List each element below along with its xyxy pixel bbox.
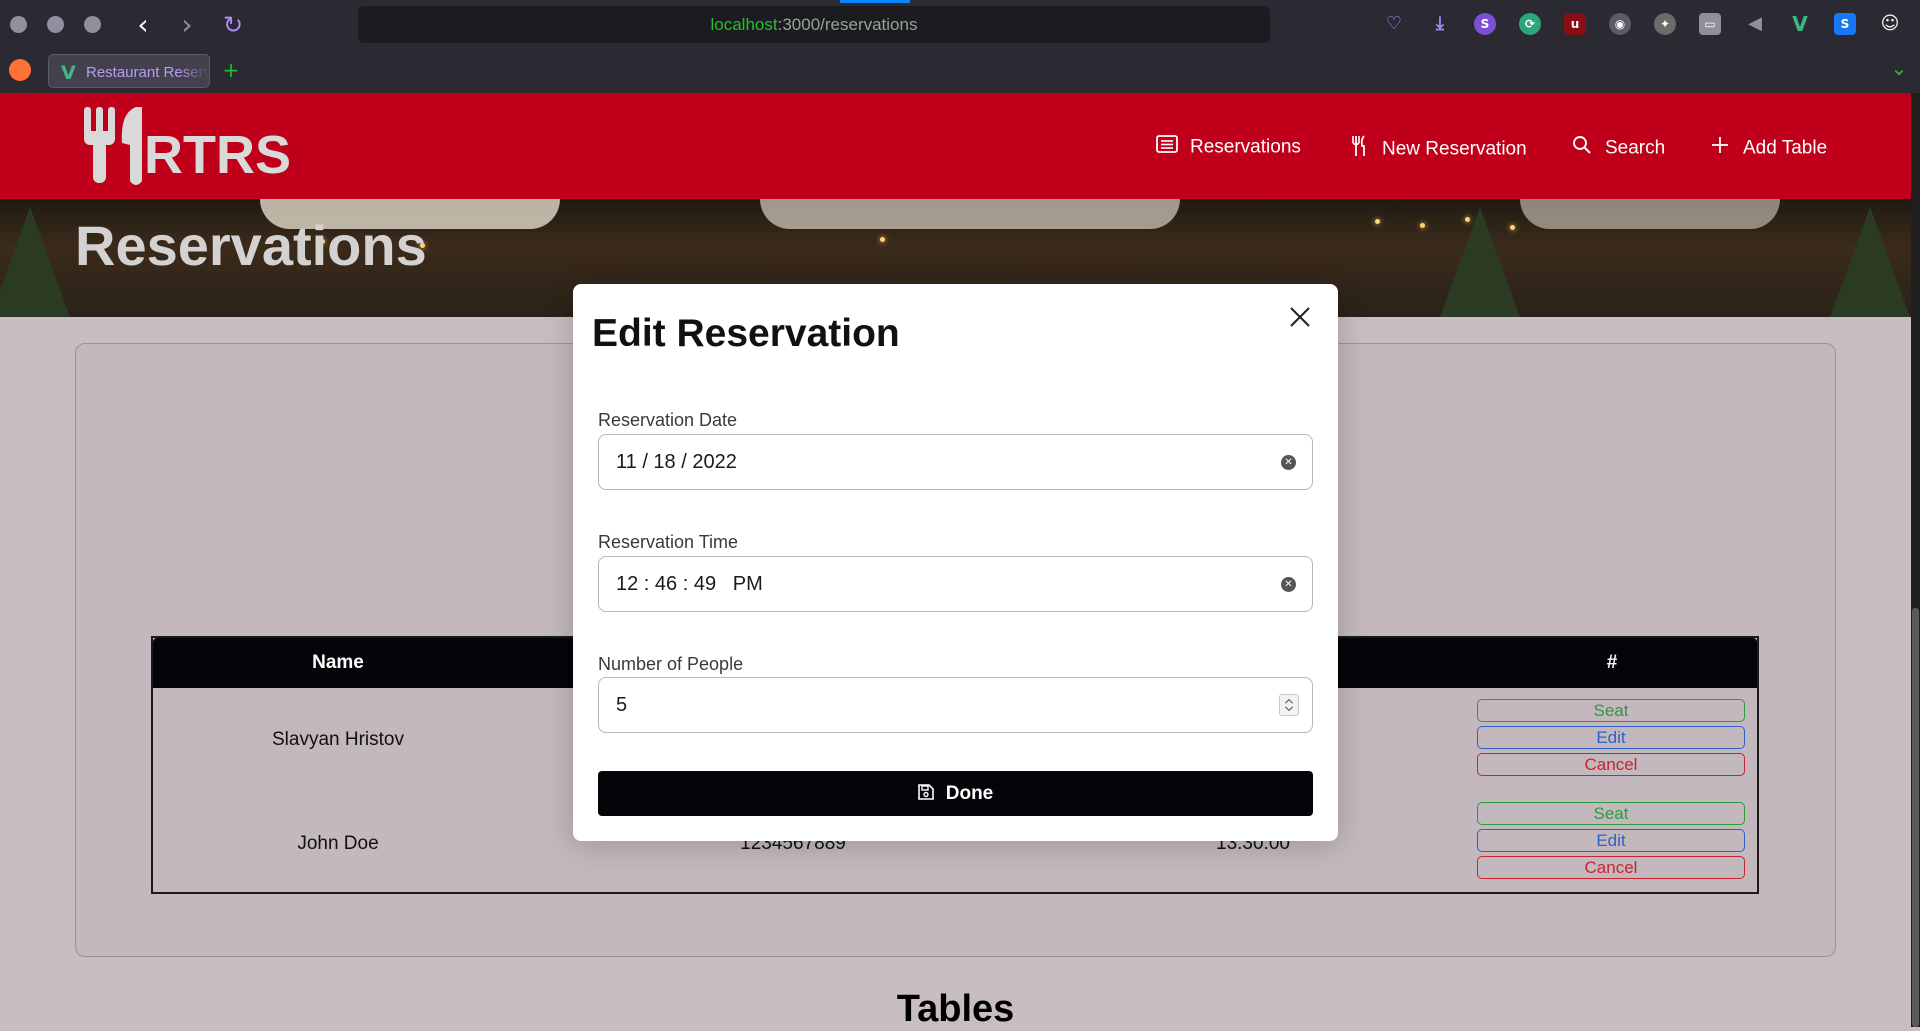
- people-value: 5: [616, 694, 628, 716]
- extension-s-blue-icon[interactable]: S: [1834, 13, 1856, 35]
- people-field[interactable]: 5: [598, 677, 1313, 733]
- vue-devtools-icon[interactable]: V: [1789, 13, 1811, 35]
- account-icon[interactable]: ☺: [1879, 13, 1901, 35]
- url-bar[interactable]: localhost:3000/reservations: [358, 6, 1270, 43]
- tab-fade: [179, 55, 209, 87]
- new-tab-button[interactable]: +: [216, 55, 246, 85]
- tab-strip: V Restaurant Reservations + ⌄: [0, 50, 1920, 93]
- window-maximize-button[interactable]: [84, 16, 101, 33]
- vue-favicon-icon: V: [61, 62, 76, 84]
- clear-time-icon[interactable]: ✕: [1281, 577, 1296, 592]
- extension-glasses-icon[interactable]: ◉: [1609, 13, 1631, 35]
- tab-restaurant-reservations[interactable]: V Restaurant Reservations: [48, 54, 210, 88]
- done-label: Done: [945, 783, 994, 804]
- done-button[interactable]: Done: [598, 771, 1313, 816]
- back-button[interactable]: ‹: [128, 10, 158, 40]
- list-all-tabs-button[interactable]: ⌄: [1884, 53, 1914, 83]
- extension-cat-icon[interactable]: ✦: [1654, 13, 1676, 35]
- url-path: :3000/reservations: [777, 15, 918, 34]
- downloads-icon[interactable]: ⤓: [1429, 13, 1451, 35]
- window-close-button[interactable]: [10, 16, 27, 33]
- time-value: 12 : 46 : 49 PM: [616, 573, 763, 595]
- edit-reservation-modal: Edit Reservation Reservation Date 11 / 1…: [573, 284, 1338, 841]
- date-label: Reservation Date: [598, 410, 738, 430]
- modal-title: Edit Reservation: [592, 312, 900, 355]
- window-minimize-button[interactable]: [47, 16, 64, 33]
- extension-s-icon[interactable]: S: [1474, 13, 1496, 35]
- ublock-icon[interactable]: u: [1564, 13, 1586, 35]
- time-field[interactable]: 12 : 46 : 49 PM ✕: [598, 556, 1313, 612]
- scrollbar-thumb[interactable]: [1912, 608, 1919, 1027]
- people-label: Number of People: [598, 654, 744, 674]
- volume-icon[interactable]: ◀: [1744, 13, 1766, 35]
- number-stepper[interactable]: [1279, 694, 1299, 716]
- forward-button[interactable]: ›: [172, 10, 202, 40]
- clear-date-icon[interactable]: ✕: [1281, 455, 1296, 470]
- firefox-menu-icon[interactable]: [9, 59, 31, 81]
- save-icon: [917, 784, 934, 801]
- extension-keyboard-icon[interactable]: ▭: [1699, 13, 1721, 35]
- date-value: 11 / 18 / 2022: [616, 451, 737, 473]
- extension-sync-icon[interactable]: ⟳: [1519, 13, 1541, 35]
- url-loading-accent: [840, 0, 910, 3]
- browser-toolbar: ‹ › ↻ localhost:3000/reservations ♡ ⤓ S …: [0, 0, 1920, 50]
- pocket-icon[interactable]: ♡: [1383, 13, 1405, 35]
- url-host: localhost: [710, 15, 778, 34]
- close-icon[interactable]: [1285, 302, 1315, 332]
- reload-button[interactable]: ↻: [218, 10, 248, 40]
- date-field[interactable]: 11 / 18 / 2022 ✕: [598, 434, 1313, 490]
- time-label: Reservation Time: [598, 532, 739, 552]
